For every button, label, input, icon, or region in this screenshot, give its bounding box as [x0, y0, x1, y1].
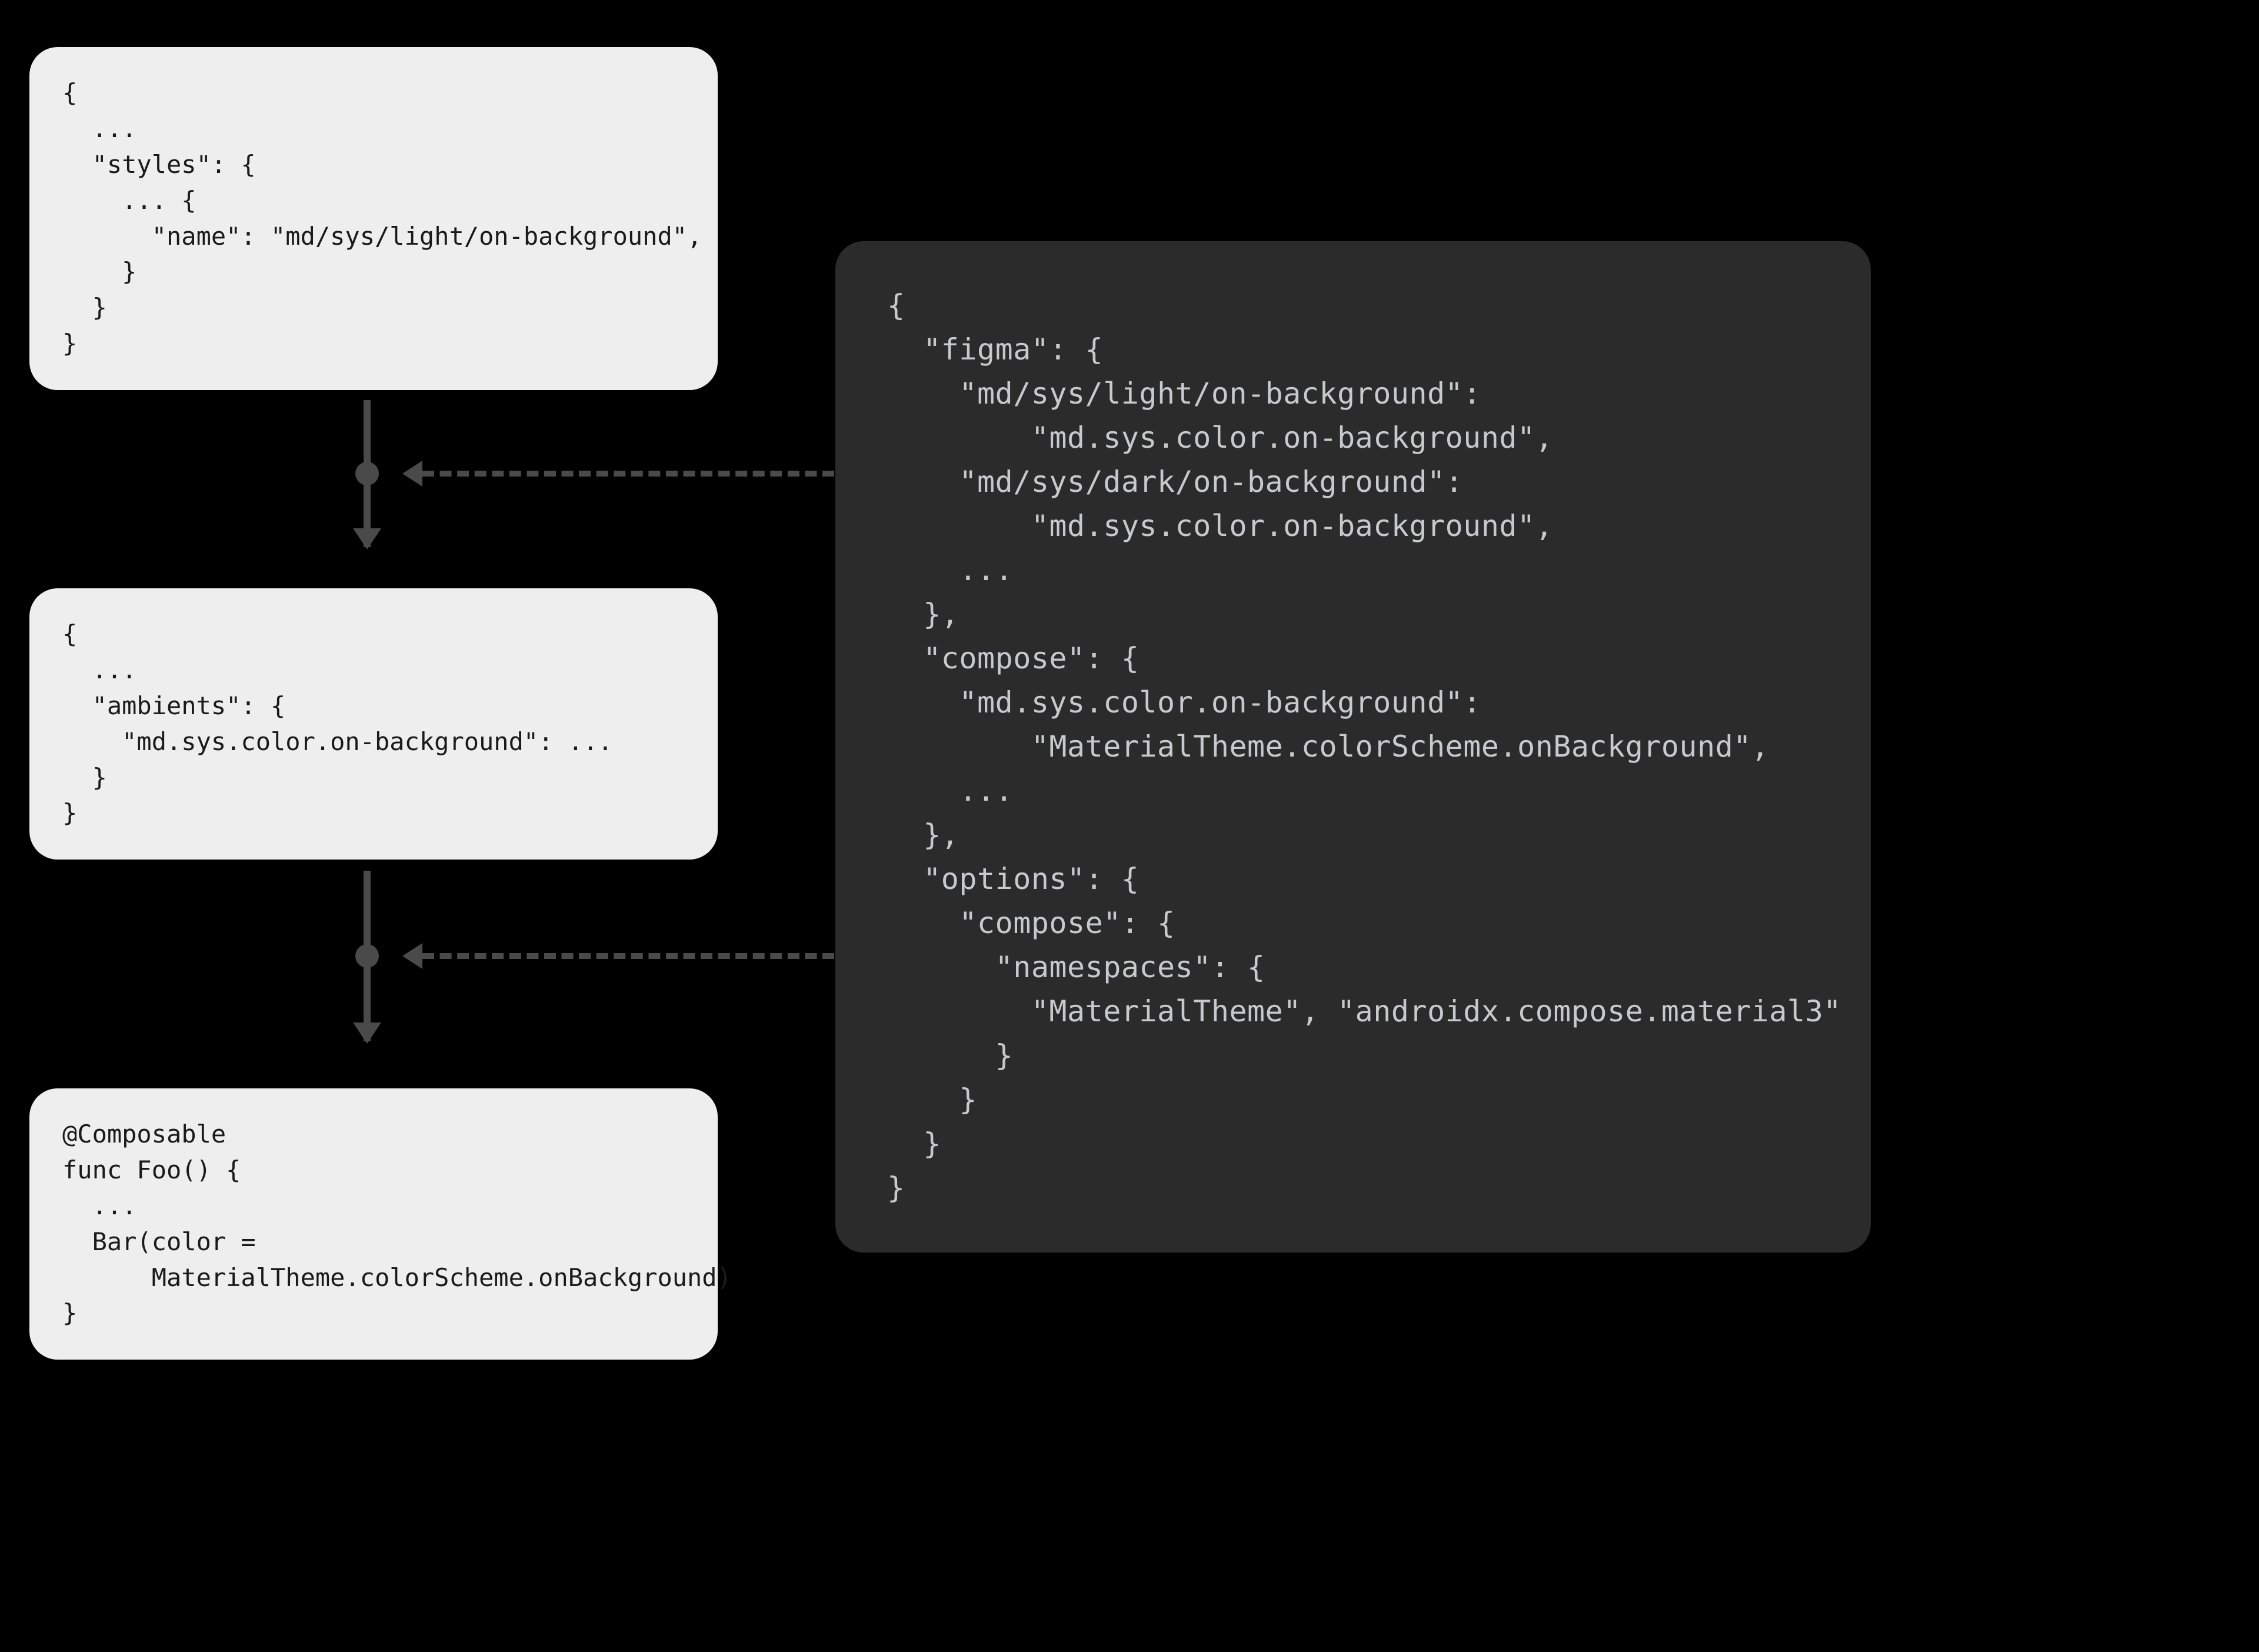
dashed-arrow-head-2	[402, 943, 422, 969]
arrow-dot-2	[355, 944, 379, 968]
styles-json-card: { ... "styles": { ... { "name": "md/sys/…	[29, 47, 718, 390]
ambients-json-card: { ... "ambients": { "md.sys.color.on-bac…	[29, 588, 718, 860]
dashed-connector-2	[422, 953, 834, 959]
arrow-dot-1	[355, 462, 379, 485]
config-json-card: { "figma": { "md/sys/light/on-background…	[835, 241, 1871, 1253]
dashed-connector-1	[422, 471, 834, 477]
dashed-arrow-head-1	[402, 461, 422, 487]
composable-code-card: @Composable func Foo() { ... Bar(color =…	[29, 1088, 718, 1360]
